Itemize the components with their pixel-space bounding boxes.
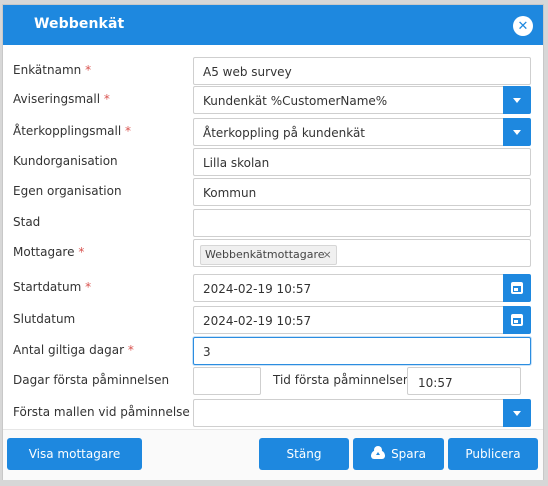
save-button[interactable]: Spara <box>353 438 444 470</box>
calendar-icon <box>511 282 523 294</box>
row-customer-org: Kundorganisation Lilla skolan <box>3 148 543 176</box>
required-marker: * <box>85 63 92 77</box>
close-button[interactable]: Stäng <box>259 438 349 470</box>
recipients-input[interactable]: Webbenkätmottagare× <box>193 239 531 267</box>
row-own-org: Egen organisation Kommun <box>3 178 543 206</box>
recipients-label: Mottagare * <box>13 245 85 259</box>
row-valid-days: Antal giltiga dagar * 3 <box>3 337 543 365</box>
valid-days-input[interactable]: 3 <box>193 337 531 365</box>
chevron-down-icon <box>513 129 521 135</box>
row-first-reminder-template: Första mallen vid påminnelse <box>3 399 543 427</box>
customer-org-label: Kundorganisation <box>13 154 118 168</box>
row-end-date: Slutdatum 2024-02-19 10:57 <box>3 306 543 334</box>
first-reminder-template-label: Första mallen vid påminnelse <box>13 405 190 419</box>
first-reminder-template-dropdown-button[interactable] <box>503 399 531 427</box>
recipient-tag: Webbenkätmottagare× <box>200 245 337 265</box>
feedback-template-select[interactable]: Återkoppling på kundenkät <box>193 118 503 146</box>
start-date-input[interactable]: 2024-02-19 10:57 <box>193 274 503 302</box>
dialog-titlebar: Webbenkät ✕ <box>3 5 543 45</box>
required-marker: * <box>78 245 85 259</box>
required-marker: * <box>103 92 110 106</box>
start-date-label: Startdatum * <box>13 280 92 294</box>
valid-days-label: Antal giltiga dagar * <box>13 343 134 357</box>
feedback-template-label: Återkopplingsmall * <box>13 124 132 138</box>
dialog-title: Webbenkät <box>34 16 125 32</box>
calendar-icon <box>511 314 523 326</box>
own-org-label: Egen organisation <box>13 184 122 198</box>
row-city: Stad <box>3 209 543 237</box>
row-recipients: Mottagare * Webbenkätmottagare× <box>3 239 543 267</box>
city-input[interactable] <box>193 209 531 237</box>
city-label: Stad <box>13 215 41 229</box>
end-date-picker-button[interactable] <box>503 306 531 334</box>
first-reminder-time-label: Tid första påminnelsen <box>273 373 411 387</box>
chevron-down-icon <box>513 410 521 416</box>
customer-org-input[interactable]: Lilla skolan <box>193 148 531 176</box>
end-date-label: Slutdatum <box>13 312 76 326</box>
row-start-date: Startdatum * 2024-02-19 10:57 <box>3 274 543 302</box>
start-date-picker-button[interactable] <box>503 274 531 302</box>
row-survey-name: Enkätnamn * A5 web survey <box>3 57 543 85</box>
first-reminder-time-input[interactable]: 10:57 <box>407 367 521 395</box>
end-date-input[interactable]: 2024-02-19 10:57 <box>193 306 503 334</box>
notification-template-dropdown-button[interactable] <box>503 86 531 114</box>
feedback-template-dropdown-button[interactable] <box>503 118 531 146</box>
required-marker: * <box>85 280 92 294</box>
row-first-reminder: Dagar första påminnelsen Tid första påmi… <box>3 367 543 395</box>
show-recipients-button[interactable]: Visa mottagare <box>7 438 142 470</box>
survey-name-label: Enkätnamn * <box>13 63 92 77</box>
notification-template-select[interactable]: Kundenkät %CustomerName% <box>193 86 503 114</box>
survey-name-input[interactable]: A5 web survey <box>193 57 531 85</box>
first-reminder-days-input[interactable] <box>193 367 261 395</box>
survey-dialog: Webbenkät ✕ Enkätnamn * A5 web survey Av… <box>2 4 544 480</box>
notification-template-label: Aviseringsmall * <box>13 92 110 106</box>
chevron-down-icon <box>513 97 521 103</box>
cloud-upload-icon <box>371 445 386 459</box>
first-reminder-template-select[interactable] <box>193 399 503 427</box>
own-org-input[interactable]: Kommun <box>193 178 531 206</box>
required-marker: * <box>127 343 134 357</box>
first-reminder-days-label: Dagar första påminnelsen <box>13 373 170 387</box>
tag-remove-icon[interactable]: × <box>323 248 332 261</box>
row-notification-template: Aviseringsmall * Kundenkät %CustomerName… <box>3 86 543 114</box>
publish-button[interactable]: Publicera <box>448 438 538 470</box>
required-marker: * <box>125 124 132 138</box>
row-feedback-template: Återkopplingsmall * Återkoppling på kund… <box>3 118 543 146</box>
dialog-footer: Visa mottagare Stäng Spara Publicera <box>3 429 543 480</box>
close-icon[interactable]: ✕ <box>513 16 533 36</box>
